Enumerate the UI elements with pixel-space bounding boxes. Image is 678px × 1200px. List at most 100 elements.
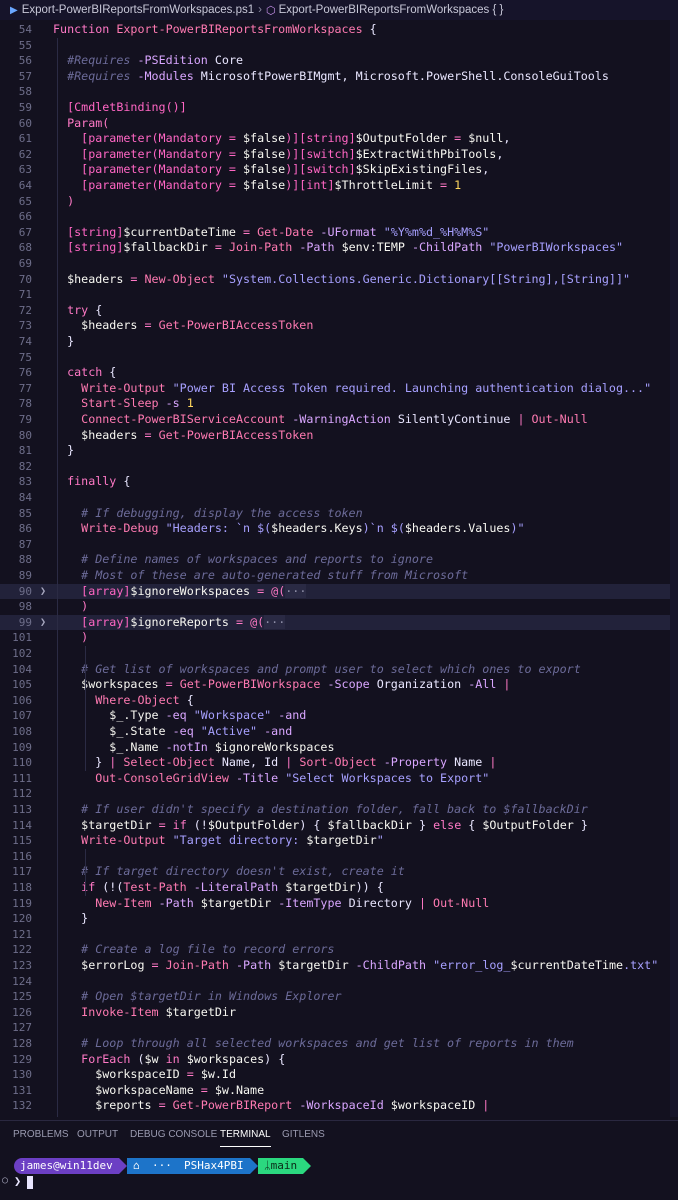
code-token: $OutputFolder: [207, 817, 300, 832]
code-line[interactable]: 125 # Open $targetDir in Windows Explore…: [0, 989, 678, 1005]
code-line[interactable]: 59 [CmdletBinding()]: [0, 100, 678, 116]
code-line[interactable]: 117 # If target directory doesn't exist,…: [0, 864, 678, 880]
folded-region-ellipsis[interactable]: ···: [285, 583, 307, 598]
code-line[interactable]: 68 [string]$fallbackDir = Join-Path -Pat…: [0, 240, 678, 256]
code-line[interactable]: 112: [0, 786, 678, 802]
fold-chevron-icon[interactable]: ❯: [40, 584, 46, 600]
line-number: 104: [12, 662, 32, 676]
code-text: [string]$fallbackDir = Join-Path -Path $…: [53, 240, 623, 256]
line-number: 54: [18, 23, 32, 36]
code-line[interactable]: 72 try {: [0, 303, 678, 319]
code-line[interactable]: 77 Write-Output "Power BI Access Token r…: [0, 381, 678, 397]
code-line[interactable]: 132 $reports = Get-PowerBIReport -Worksp…: [0, 1098, 678, 1114]
code-line[interactable]: 127: [0, 1020, 678, 1036]
code-line[interactable]: 130 $workspaceID = $w.Id: [0, 1067, 678, 1083]
code-line[interactable]: 122 # Create a log file to record errors: [0, 942, 678, 958]
panel-tab-terminal[interactable]: TERMINAL: [220, 1129, 271, 1147]
code-line[interactable]: 128 # Loop through all selected workspac…: [0, 1036, 678, 1052]
code-text: } | Select-Object Name, Id | Sort-Object…: [53, 755, 496, 771]
code-line[interactable]: 84: [0, 490, 678, 506]
line-number: 68: [18, 241, 32, 255]
code-line[interactable]: 116: [0, 849, 678, 865]
code-line[interactable]: 73 $headers = Get-PowerBIAccessToken: [0, 318, 678, 334]
code-line[interactable]: 120 }: [0, 911, 678, 927]
code-line[interactable]: 105 $workspaces = Get-PowerBIWorkspace -…: [0, 677, 678, 693]
code-line[interactable]: 66: [0, 209, 678, 225]
terminal-cursor[interactable]: [27, 1176, 33, 1189]
code-line[interactable]: 80 $headers = Get-PowerBIAccessToken: [0, 428, 678, 444]
code-line[interactable]: 99 ❯ [array]$ignoreReports = @(···: [0, 614, 678, 631]
code-line[interactable]: 76 catch {: [0, 365, 678, 381]
folded-region-ellipsis[interactable]: ···: [264, 614, 286, 629]
code-line[interactable]: 71: [0, 287, 678, 303]
code-token: Out-Null: [531, 412, 588, 426]
code-line[interactable]: 90 ❯ [array]$ignoreWorkspaces = @(···: [0, 583, 678, 600]
code-line[interactable]: 108 $_.State -eq "Active" -and: [0, 724, 678, 740]
code-line[interactable]: 89 # Most of these are auto-generated st…: [0, 568, 678, 584]
code-line[interactable]: 106 Where-Object {: [0, 693, 678, 709]
code-line[interactable]: 60 Param(: [0, 116, 678, 132]
code-line[interactable]: 83 finally {: [0, 474, 678, 490]
code-line[interactable]: 63 [parameter(Mandatory = $false)][switc…: [0, 162, 678, 178]
code-line[interactable]: 113 # If user didn't specify a destinati…: [0, 802, 678, 818]
code-line[interactable]: 86 Write-Debug "Headers: `n $($headers.K…: [0, 521, 678, 537]
code-line[interactable]: 75: [0, 350, 678, 366]
code-line[interactable]: 118 if (!(Test-Path -LiteralPath $target…: [0, 880, 678, 896]
code-line[interactable]: 64 [parameter(Mandatory = $false)][int]$…: [0, 178, 678, 194]
code-line[interactable]: 109 $_.Name -notIn $ignoreWorkspaces: [0, 740, 678, 756]
code-line[interactable]: 69: [0, 256, 678, 272]
code-line[interactable]: 62 [parameter(Mandatory = $false)][switc…: [0, 147, 678, 163]
panel-tab-output[interactable]: OUTPUT: [77, 1129, 118, 1140]
code-line[interactable]: 87: [0, 537, 678, 553]
code-token: -and: [271, 708, 307, 723]
code-line[interactable]: 119 New-Item -Path $targetDir -ItemType …: [0, 896, 678, 912]
code-text: New-Item -Path $targetDir -ItemType Dire…: [53, 896, 489, 912]
editor-scrollbar[interactable]: [670, 20, 678, 1117]
code-token: Get-PowerBIReport: [172, 1098, 293, 1113]
code-line[interactable]: 98 ): [0, 599, 678, 615]
code-line[interactable]: 67 [string]$currentDateTime = Get-Date -…: [0, 225, 678, 241]
code-line[interactable]: 79 Connect-PowerBIServiceAccount -Warnin…: [0, 412, 678, 428]
terminal-command-line[interactable]: ○ ❯: [0, 1174, 678, 1192]
code-line[interactable]: 104 # Get list of workspaces and prompt …: [0, 662, 678, 678]
code-line[interactable]: 88 # Define names of workspaces and repo…: [0, 552, 678, 568]
code-line[interactable]: 78 Start-Sleep -s 1: [0, 396, 678, 412]
code-token: Get-PowerBIAccessToken: [158, 318, 314, 333]
line-number: 62: [18, 147, 32, 161]
panel-tab-problems[interactable]: PROBLEMS: [13, 1129, 69, 1140]
code-line[interactable]: 65 ): [0, 194, 678, 210]
code-token: -Property: [376, 755, 455, 770]
code-line[interactable]: 54 Function Export-PowerBIReportsFromWork…: [0, 22, 678, 38]
code-line[interactable]: 85 # If debugging, display the access to…: [0, 506, 678, 522]
code-line[interactable]: 102: [0, 646, 678, 662]
code-line[interactable]: 111 Out-ConsoleGridView -Title "Select W…: [0, 771, 678, 787]
code-line[interactable]: 81 }: [0, 443, 678, 459]
code-line[interactable]: 70 $headers = New-Object "System.Collect…: [0, 272, 678, 288]
code-line[interactable]: 126 Invoke-Item $targetDir: [0, 1005, 678, 1021]
code-token: New-Object: [144, 271, 215, 286]
fold-chevron-icon[interactable]: ❯: [40, 615, 46, 631]
code-line[interactable]: 107 $_.Type -eq "Workspace" -and: [0, 708, 678, 724]
code-line[interactable]: 74 }: [0, 334, 678, 350]
code-line[interactable]: 82: [0, 459, 678, 475]
breadcrumb-file[interactable]: Export-PowerBIReportsFromWorkspaces.ps1: [22, 4, 254, 16]
code-line[interactable]: 121: [0, 927, 678, 943]
code-line[interactable]: 58: [0, 84, 678, 100]
code-editor[interactable]: 54 Function Export-PowerBIReportsFromWork…: [0, 20, 678, 1117]
code-line[interactable]: 115 Write-Output "Target directory: $tar…: [0, 833, 678, 849]
code-line[interactable]: 56 #Requires -PSEdition Core: [0, 53, 678, 69]
code-line[interactable]: 55: [0, 38, 678, 54]
panel-tab-gitlens[interactable]: GITLENS: [282, 1129, 325, 1140]
code-line[interactable]: 61 [parameter(Mandatory = $false)][strin…: [0, 131, 678, 147]
code-line[interactable]: 124: [0, 974, 678, 990]
code-line[interactable]: 110 } | Select-Object Name, Id | Sort-Ob…: [0, 755, 678, 771]
line-number: 76: [18, 366, 32, 380]
code-line[interactable]: 123 $errorLog = Join-Path -Path $targetD…: [0, 958, 678, 974]
code-line[interactable]: 131 $workspaceName = $w.Name: [0, 1083, 678, 1099]
code-line[interactable]: 101 ): [0, 630, 678, 646]
panel-tab-debug-console[interactable]: DEBUG CONSOLE: [130, 1129, 217, 1140]
code-line[interactable]: 57 #Requires -Modules MicrosoftPowerBIMg…: [0, 69, 678, 85]
breadcrumb-symbol[interactable]: Export-PowerBIReportsFromWorkspaces { }: [279, 4, 504, 16]
code-line[interactable]: 129 ForEach ($w in $workspaces) {: [0, 1052, 678, 1068]
code-line[interactable]: 114 $targetDir = if (!$OutputFolder) { $…: [0, 818, 678, 834]
